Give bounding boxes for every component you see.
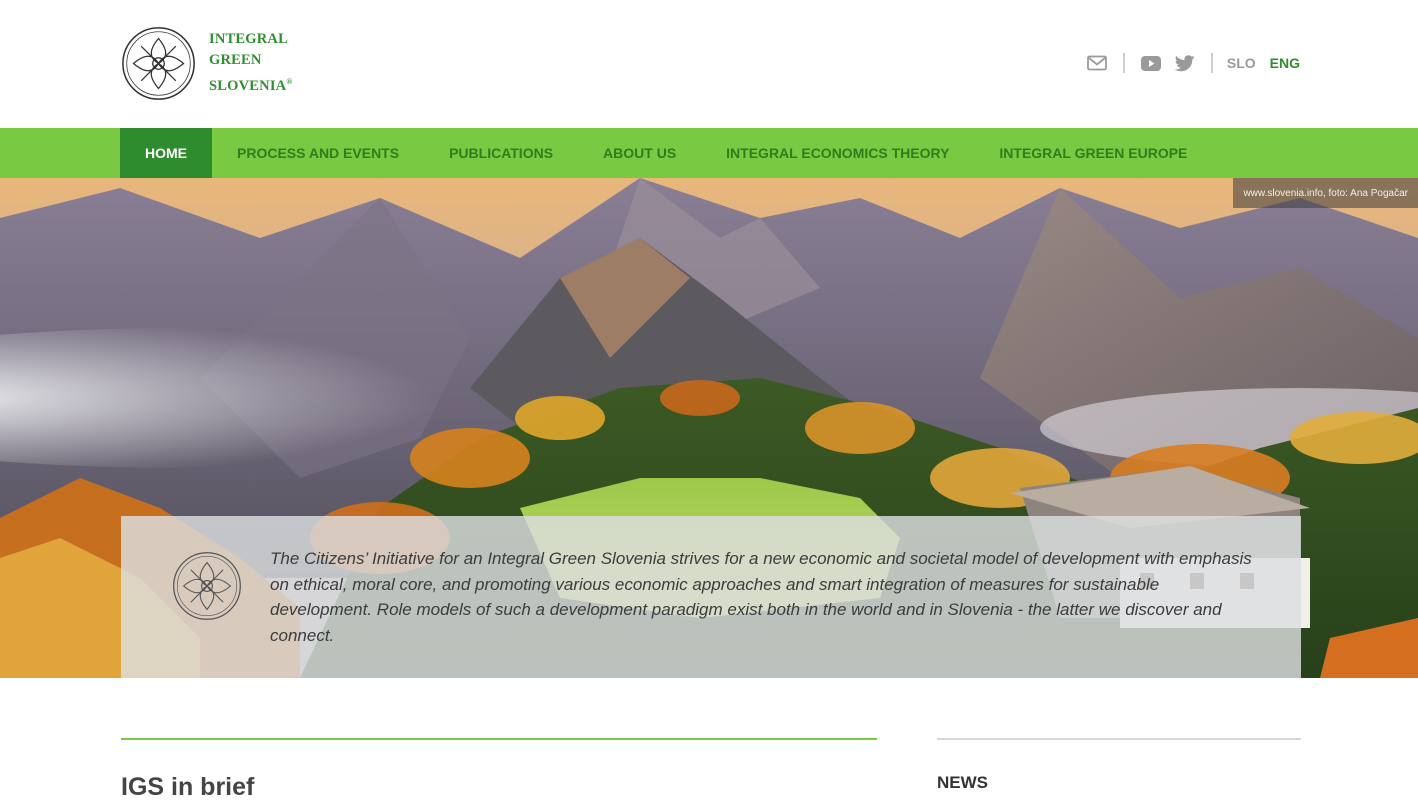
emblem-icon — [173, 552, 241, 620]
logo-line-1: INTEGRAL — [209, 31, 288, 48]
nav-item-integral-economics-theory[interactable]: INTEGRAL ECONOMICS THEORY — [701, 128, 974, 178]
logo-emblem-icon — [122, 26, 195, 100]
header-utilities: SLO ENG — [1085, 48, 1300, 78]
logo-line-3-text: SLOVENIA — [209, 77, 287, 94]
intro-text: The Citizens’ Initiative for an Integral… — [270, 549, 1252, 645]
photo-credit: www.slovenia.info, foto: Ana Pogačar — [1233, 178, 1418, 208]
section-heading: IGS in brief — [121, 773, 255, 801]
sidebar-divider — [937, 738, 1301, 740]
nav-item-home[interactable]: HOME — [120, 128, 212, 178]
main-navigation: HOME PROCESS AND EVENTS PUBLICATIONS ABO… — [0, 128, 1418, 178]
twitter-icon[interactable] — [1173, 51, 1197, 75]
header-divider — [1122, 53, 1125, 73]
language-eng-link[interactable]: ENG — [1270, 55, 1300, 71]
news-heading: NEWS — [937, 773, 988, 792]
news-sidebar: NEWS — [937, 738, 1301, 793]
site-header: INTEGRAL GREEN SLOVENIA® SLO ENG — [0, 0, 1418, 128]
language-slo-link[interactable]: SLO — [1227, 55, 1256, 71]
about-section: IGS in brief — [121, 738, 877, 802]
nav-items: HOME PROCESS AND EVENTS PUBLICATIONS ABO… — [120, 128, 1212, 178]
nav-item-integral-green-europe[interactable]: INTEGRAL GREEN EUROPE — [974, 128, 1212, 178]
logo-line-3: SLOVENIA® — [209, 71, 293, 97]
site-logo[interactable]: INTEGRAL GREEN SLOVENIA® — [120, 24, 320, 102]
nav-item-about-us[interactable]: ABOUT US — [578, 128, 701, 178]
intro-panel: The Citizens’ Initiative for an Integral… — [121, 516, 1301, 678]
logo-wordmark: INTEGRAL GREEN SLOVENIA® — [209, 29, 293, 97]
youtube-icon[interactable] — [1139, 51, 1163, 75]
header-divider — [1210, 53, 1213, 73]
hero-banner: www.slovenia.info, foto: Ana Pogačar The… — [0, 178, 1418, 678]
registered-mark: ® — [286, 77, 293, 87]
nav-item-publications[interactable]: PUBLICATIONS — [424, 128, 578, 178]
mail-icon[interactable] — [1085, 51, 1109, 75]
section-divider — [121, 738, 877, 740]
nav-item-process-and-events[interactable]: PROCESS AND EVENTS — [212, 128, 424, 178]
logo-line-2: GREEN — [209, 52, 262, 69]
